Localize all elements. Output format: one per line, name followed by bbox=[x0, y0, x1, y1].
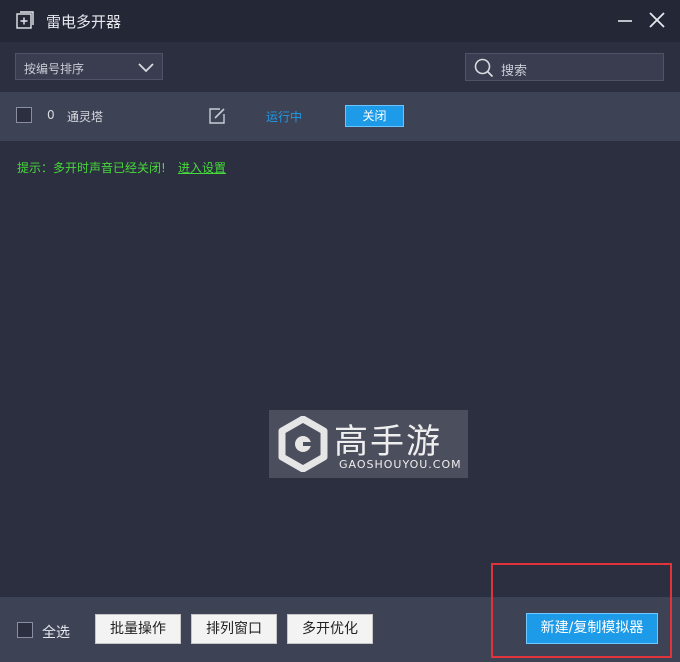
watermark: 高手游 GAOSHOUYOU.COM bbox=[269, 410, 468, 478]
arrange-windows-button[interactable]: 排列窗口 bbox=[191, 614, 277, 644]
close-icon[interactable] bbox=[648, 11, 666, 29]
chevron-down-icon bbox=[138, 63, 154, 73]
instance-name: 通灵塔 bbox=[67, 110, 104, 124]
sort-dropdown-value: 按编号排序 bbox=[24, 62, 85, 76]
minimize-icon[interactable] bbox=[616, 11, 634, 29]
search-placeholder: 搜索 bbox=[501, 64, 528, 79]
edit-icon[interactable] bbox=[208, 107, 226, 125]
batch-operations-button[interactable]: 批量操作 bbox=[95, 614, 181, 644]
search-icon bbox=[474, 58, 494, 78]
window-title: 雷电多开器 bbox=[46, 13, 122, 31]
instance-status: 运行中 bbox=[266, 110, 303, 124]
gaoshouyou-logo-icon bbox=[278, 416, 328, 472]
instance-row: 0 通灵塔 运行中 bbox=[0, 92, 680, 141]
enter-settings-link[interactable]: 进入设置 bbox=[178, 159, 226, 176]
sort-dropdown[interactable]: 按编号排序 bbox=[15, 53, 163, 80]
highlight-annotation bbox=[491, 563, 672, 658]
close-instance-button[interactable]: 关闭 bbox=[345, 105, 404, 127]
add-window-icon bbox=[16, 11, 34, 29]
watermark-en: GAOSHOUYOU.COM bbox=[339, 458, 462, 471]
multi-optimize-button[interactable]: 多开优化 bbox=[287, 614, 373, 644]
search-input[interactable]: 搜索 bbox=[465, 53, 664, 81]
title-bar: 雷电多开器 bbox=[0, 0, 680, 42]
sound-hint-text: 提示：多开时声音已经关闭! bbox=[17, 161, 166, 175]
select-all-label[interactable]: 全选 bbox=[42, 622, 70, 642]
instance-checkbox[interactable] bbox=[16, 107, 32, 123]
select-all-checkbox[interactable] bbox=[17, 622, 33, 638]
instance-index: 0 bbox=[47, 108, 55, 122]
watermark-cn: 高手游 bbox=[334, 422, 442, 462]
